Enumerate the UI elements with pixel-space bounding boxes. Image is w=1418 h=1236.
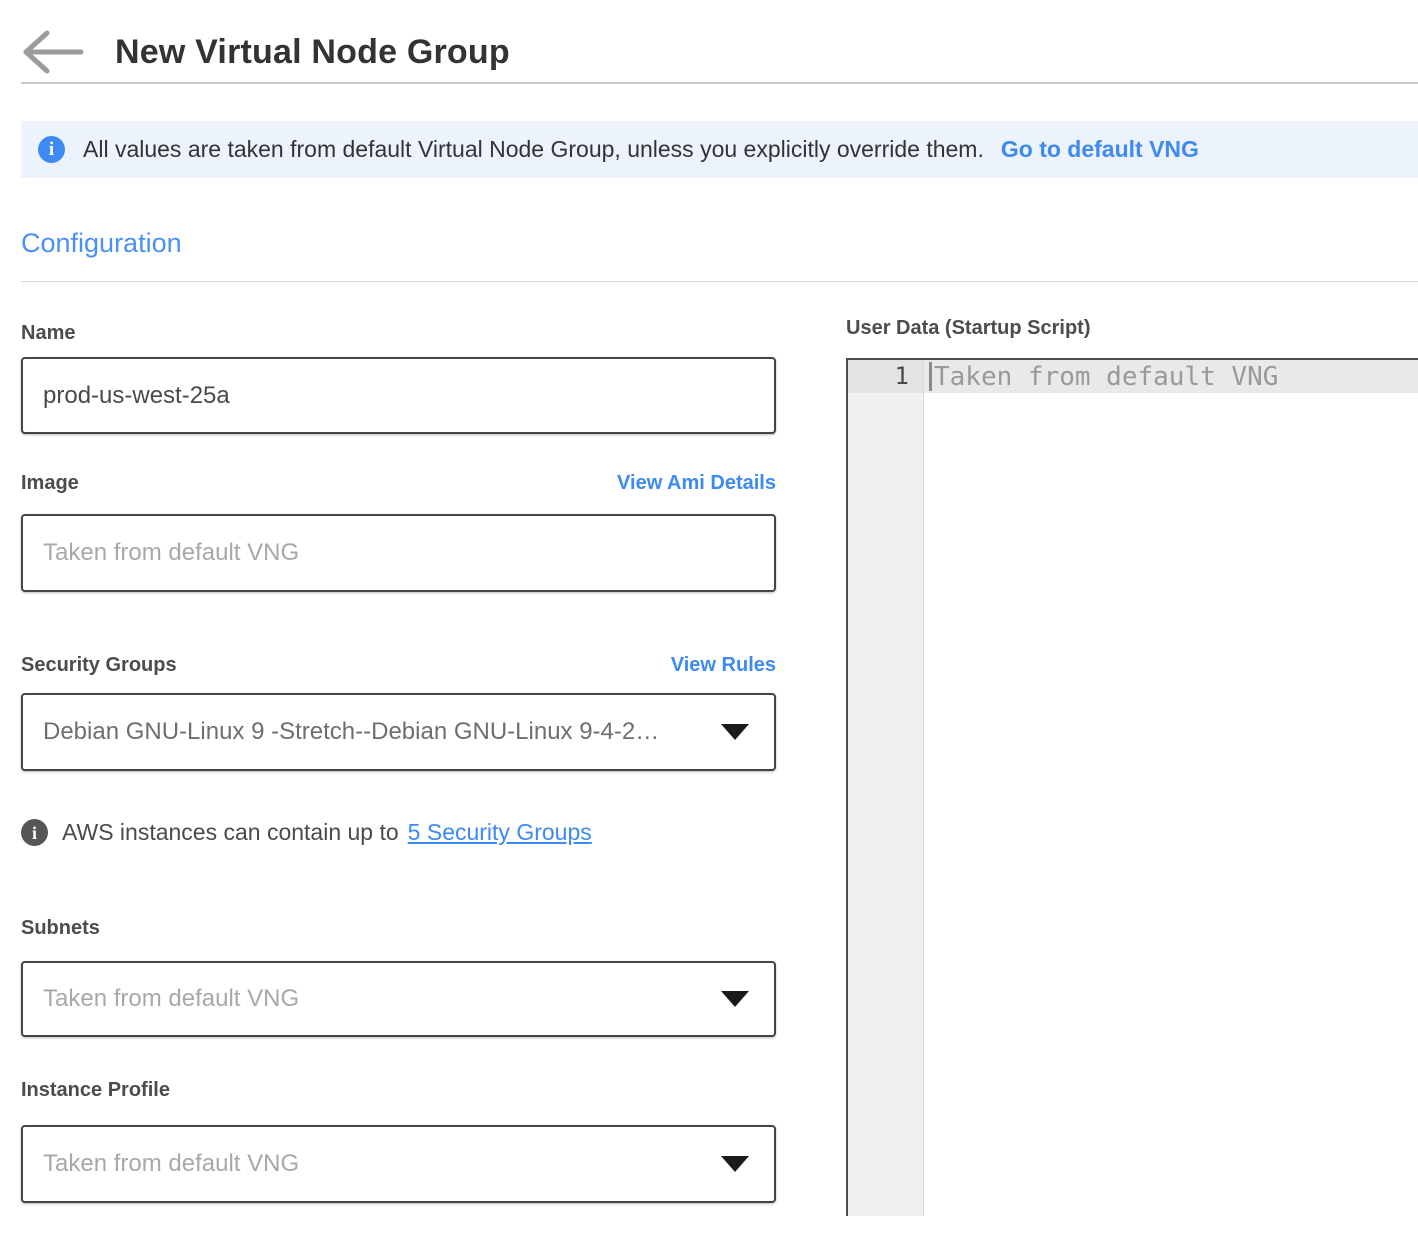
header-divider <box>21 82 1418 84</box>
chevron-down-icon <box>721 991 749 1007</box>
line-number: 1 <box>848 360 924 393</box>
security-groups-limit-link[interactable]: 5 Security Groups <box>408 819 592 846</box>
name-label: Name <box>21 320 75 347</box>
text-cursor-icon <box>929 362 932 391</box>
security-groups-select[interactable]: Debian GNU-Linux 9 -Stretch--Debian GNU-… <box>21 693 776 771</box>
view-rules-link[interactable]: View Rules <box>671 654 776 677</box>
back-button[interactable] <box>20 29 84 75</box>
configuration-link[interactable]: Configuration <box>21 228 182 258</box>
image-label: Image <box>21 470 79 497</box>
editor-code-line[interactable]: Taken from default VNG <box>924 360 1418 393</box>
subnets-placeholder: Taken from default VNG <box>43 985 299 1013</box>
subnets-label: Subnets <box>21 915 100 942</box>
user-data-label: User Data (Startup Script) <box>846 315 1418 342</box>
info-icon: i <box>38 136 65 163</box>
security-groups-selected-value: Debian GNU-Linux 9 -Stretch--Debian GNU-… <box>43 718 659 746</box>
page-title: New Virtual Node Group <box>115 33 510 72</box>
chevron-down-icon <box>721 724 749 740</box>
editor-line-1[interactable]: 1 Taken from default VNG <box>848 360 1418 393</box>
security-groups-label: Security Groups <box>21 652 177 679</box>
go-to-default-vng-link[interactable]: Go to default VNG <box>1001 136 1199 163</box>
editor-placeholder-text: Taken from default VNG <box>934 362 1278 392</box>
chevron-down-icon <box>721 1156 749 1172</box>
info-banner: i All values are taken from default Virt… <box>21 121 1418 178</box>
image-input[interactable] <box>21 514 776 592</box>
form-left-column: Name Image View Ami Details Security Gro… <box>21 282 776 1216</box>
image-field: Image View Ami Details <box>21 470 776 592</box>
name-field: Name <box>21 320 776 434</box>
instance-profile-select[interactable]: Taken from default VNG <box>21 1125 776 1203</box>
security-groups-field: Security Groups View Rules Debian GNU-Li… <box>21 652 776 846</box>
name-input[interactable] <box>21 357 776 434</box>
arrow-left-icon <box>20 29 84 75</box>
security-groups-note-text: AWS instances can contain up to <box>62 819 399 846</box>
security-groups-note: i AWS instances can contain up to 5 Secu… <box>21 819 776 846</box>
page-header: New Virtual Node Group <box>0 0 1418 82</box>
configuration-form: Name Image View Ami Details Security Gro… <box>21 282 1418 1216</box>
form-right-column: User Data (Startup Script) 1 Taken from … <box>846 282 1418 1216</box>
section-heading: Configuration <box>21 228 1418 259</box>
banner-text: All values are taken from default Virtua… <box>83 136 984 163</box>
info-icon: i <box>21 819 48 846</box>
editor-empty-area[interactable] <box>848 393 1418 1216</box>
subnets-field: Subnets Taken from default VNG <box>21 915 776 1037</box>
instance-profile-label: Instance Profile <box>21 1077 170 1104</box>
editor-gutter <box>848 393 924 1216</box>
instance-profile-placeholder: Taken from default VNG <box>43 1150 299 1178</box>
view-ami-details-link[interactable]: View Ami Details <box>617 472 776 495</box>
subnets-select[interactable]: Taken from default VNG <box>21 961 776 1037</box>
instance-profile-field: Instance Profile Taken from default VNG <box>21 1077 776 1203</box>
user-data-editor[interactable]: 1 Taken from default VNG <box>846 358 1418 1216</box>
editor-content-area[interactable] <box>924 393 1418 1216</box>
